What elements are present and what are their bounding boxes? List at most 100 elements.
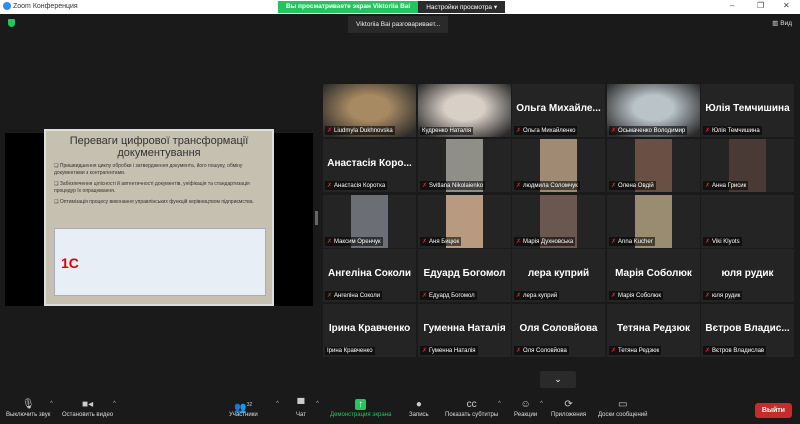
chat-button[interactable]: ▀ Чат <box>296 398 306 418</box>
participant-name: Svitlana Nikolaienko <box>429 183 484 189</box>
participant-tile[interactable]: Едуард Богомол ✗ Едуард Богомол <box>418 249 511 302</box>
participants-button[interactable]: 👥32 Участники <box>229 398 258 418</box>
participant-tile[interactable]: Ольга Михайле... ✗ Ольга Михайленко <box>512 84 605 137</box>
restore-button[interactable]: ❐ <box>757 1 764 10</box>
participant-display-name: юля рудик <box>721 268 774 279</box>
view-options-button[interactable]: Настройки просмотра ▾ <box>418 1 506 13</box>
close-button[interactable]: ✕ <box>783 1 790 10</box>
muted-mic-icon: ✗ <box>422 183 428 189</box>
participant-tile[interactable]: ✗ Liudmyla Dukhnovska <box>323 84 416 137</box>
slide-bullet: Забезпечення цілісності й автентичності … <box>54 181 264 194</box>
participant-name: Тетяна Редзюк <box>618 348 660 354</box>
participant-name: Олена Овдій <box>618 183 654 189</box>
participant-display-name: лера куприй <box>527 268 590 279</box>
slide-bullet: Пришвидшення циклу обробки і затвердженн… <box>54 163 264 176</box>
participant-name-label: ✗ Анастасія Коротка <box>325 181 388 190</box>
participant-tile[interactable]: Анастасія Коро... ✗ Анастасія Коротка <box>323 139 416 192</box>
participants-label: Участники <box>229 412 258 418</box>
leave-button[interactable]: Выйти <box>754 403 792 418</box>
reactions-label: Реакции <box>514 412 538 418</box>
participant-name: Оля Соловйова <box>523 348 567 354</box>
chat-caret[interactable]: ^ <box>316 401 319 407</box>
participant-name-label: ✗ Liudmyla Dukhnovska <box>325 126 395 135</box>
participant-name: Ірина Кравченко <box>327 348 373 354</box>
security-shield-icon[interactable] <box>8 19 15 27</box>
participant-tile[interactable]: ✗ Svitlana Nikolaienko <box>418 139 511 192</box>
app-title: Zoom Конференция <box>13 2 78 10</box>
apps-icon: ⟳ <box>564 399 573 410</box>
participant-display-name: Ірина Кравченко <box>328 323 411 334</box>
participant-tile[interactable]: Ірина Кравченко Ірина Кравченко <box>323 304 416 357</box>
minimize-button[interactable]: – <box>730 1 734 10</box>
muted-mic-icon: ✗ <box>327 128 333 134</box>
participant-tile[interactable]: Оля Соловйова ✗ Оля Соловйова <box>512 304 605 357</box>
view-button[interactable]: ▥ Вид <box>772 19 792 27</box>
apps-button[interactable]: ⟳ Приложения <box>551 398 586 418</box>
apps-label: Приложения <box>551 412 587 418</box>
shared-screen: Переваги цифрової трансформації документ… <box>5 129 313 306</box>
participant-display-name: Гуменна Наталія <box>423 323 506 334</box>
reactions-icon: ☺ <box>520 399 531 410</box>
participant-tile[interactable]: лера куприй ✗ лера куприй <box>512 249 605 302</box>
participant-tile[interactable]: ✗ Anna Kucher <box>607 195 700 248</box>
participant-display-name: Тетяна Редзюк <box>616 323 691 334</box>
participant-tile[interactable]: ✗ людмила Соломчук <box>512 139 605 192</box>
participants-caret[interactable]: ^ <box>276 401 279 407</box>
video-options-caret[interactable]: ^ <box>113 401 116 407</box>
captions-button[interactable]: cc Показать субтитры <box>445 398 498 418</box>
reactions-caret[interactable]: ^ <box>540 401 543 407</box>
participant-name: Максим Оренчук <box>334 239 381 245</box>
stop-video-button[interactable]: ■◂ Остановить видео <box>62 398 113 418</box>
muted-mic-icon: ✗ <box>705 293 711 299</box>
splitter-handle[interactable] <box>315 211 318 225</box>
participant-tile[interactable]: Кудренко Наталія <box>418 84 511 137</box>
participant-tile[interactable]: Гуменна Наталія ✗ Гуменна Наталія <box>418 304 511 357</box>
share-screen-button[interactable]: ↑ Демонстрация экрана <box>330 398 391 418</box>
muted-mic-icon: ✗ <box>516 293 522 299</box>
whiteboards-button[interactable]: ▭ Доски сообщений <box>598 398 648 418</box>
video-label: Остановить видео <box>62 412 114 418</box>
participants-count: 32 <box>246 402 253 408</box>
participant-display-name: Марія Соболюк <box>615 268 692 279</box>
participant-name-label: ✗ Марія Соболюк <box>609 291 663 300</box>
participant-name-label: ✗ Ангеліна Соколи <box>325 291 383 300</box>
audio-options-caret[interactable]: ^ <box>50 401 53 407</box>
muted-mic-icon: ✗ <box>611 348 617 354</box>
participant-tile[interactable]: ✗ Марія Духновська <box>512 195 605 248</box>
participant-tile[interactable]: юля рудик ✗ юля рудик <box>701 249 794 302</box>
participant-name: Едуард Богомол <box>429 293 475 299</box>
muted-mic-icon: ✗ <box>705 128 711 134</box>
mute-button[interactable]: 🎙 Выключить звук <box>6 398 50 418</box>
reactions-button[interactable]: ☺ Реакции <box>514 398 537 418</box>
participant-tile[interactable]: ✗ Viki Klyots <box>701 195 794 248</box>
participant-tile[interactable]: Юлія Темчишина ✗ Юлія Темчишина <box>701 84 794 137</box>
participant-tile[interactable]: ✗ Максим Оренчук <box>323 195 416 248</box>
muted-mic-icon: ✗ <box>327 183 333 189</box>
participant-name-label: ✗ Олена Овдій <box>609 181 656 190</box>
next-page-button[interactable]: ⌄ <box>540 371 576 388</box>
viewing-banner: Вы просматриваете экран Viktoriia Bai На… <box>278 1 506 13</box>
participant-name-label: ✗ лера куприй <box>514 291 560 300</box>
muted-mic-icon: ✗ <box>705 183 711 189</box>
participant-display-name: Ангеліна Соколи <box>327 268 412 279</box>
muted-mic-icon: ✗ <box>611 239 617 245</box>
participant-tile[interactable]: ✗ Олена Овдій <box>607 139 700 192</box>
participant-tile[interactable]: ✗ Аня Бицюк <box>418 195 511 248</box>
participant-name: Анна Грисик <box>712 183 747 189</box>
muted-mic-icon: ✗ <box>516 239 522 245</box>
record-button[interactable]: ● Запись <box>409 398 429 418</box>
participant-tile[interactable]: ✗ Осьмаченко Володимир <box>607 84 700 137</box>
whiteboards-label: Доски сообщений <box>598 412 648 418</box>
participant-name-label: ✗ юля рудик <box>703 291 743 300</box>
share-label: Демонстрация экрана <box>330 412 392 418</box>
participants-icon: 👥32 <box>234 402 253 414</box>
participant-name-label: ✗ Осьмаченко Володимир <box>609 126 688 135</box>
participant-tile[interactable]: Марія Соболюк ✗ Марія Соболюк <box>607 249 700 302</box>
participant-tile[interactable]: ✗ Анна Грисик <box>701 139 794 192</box>
muted-mic-icon: ✗ <box>516 348 522 354</box>
participant-name: лера куприй <box>523 293 558 299</box>
participant-tile[interactable]: Вєтров Владис... ✗ Вєтров Владислав <box>701 304 794 357</box>
captions-caret[interactable]: ^ <box>498 401 501 407</box>
participant-tile[interactable]: Тетяна Редзюк ✗ Тетяна Редзюк <box>607 304 700 357</box>
participant-tile[interactable]: Ангеліна Соколи ✗ Ангеліна Соколи <box>323 249 416 302</box>
